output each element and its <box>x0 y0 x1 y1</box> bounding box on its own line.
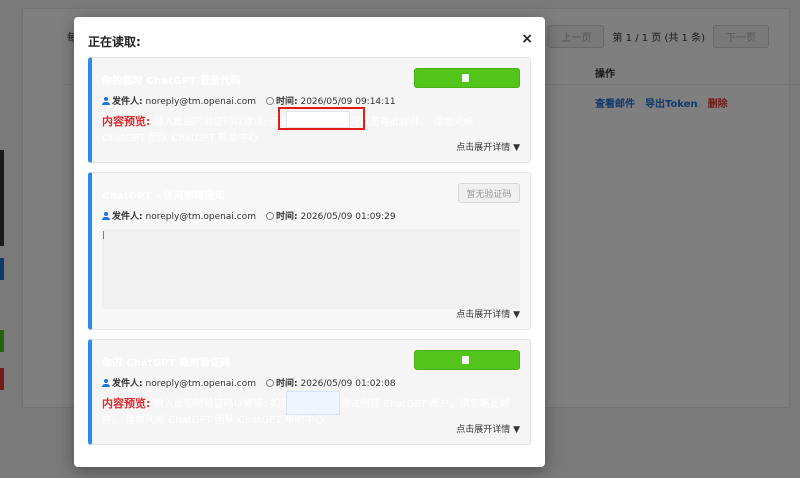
modal-title: 正在读取: <box>88 35 141 49</box>
preview-label: 内容预览: <box>102 397 151 410</box>
mail-subject: ChatGPT - 访问邮箱通知 <box>102 191 225 202</box>
text-caret <box>103 231 104 239</box>
time-label: 时间: <box>276 212 298 222</box>
reading-modal: 正在读取: × 你的临时 ChatGPT 登录代码 发件人: noreply@t… <box>74 17 545 467</box>
sender-label: 发件人: <box>112 379 143 389</box>
user-icon <box>102 379 110 387</box>
mail-meta: 发件人: noreply@tm.openai.com 时间: 2026/05/0… <box>102 376 396 389</box>
expand-details-link[interactable]: 点击展开详情 ▼ <box>456 140 520 153</box>
time-value: 2026/05/09 01:02:08 <box>300 379 396 389</box>
mail-card[interactable]: ChatGPT - 访问邮箱通知 暂无验证码 发件人: noreply@tm.o… <box>88 172 531 330</box>
clock-icon <box>266 379 274 387</box>
mail-meta: 发件人: noreply@tm.openai.com 时间: 2026/05/0… <box>102 94 396 107</box>
sender-label: 发件人: <box>112 212 143 222</box>
copy-icon <box>461 356 469 364</box>
close-icon[interactable]: × <box>521 31 533 47</box>
user-icon <box>102 212 110 220</box>
mail-subject: 你的 ChatGPT 临时验证码 <box>102 358 231 369</box>
mail-meta: 发件人: noreply@tm.openai.com 时间: 2026/05/0… <box>102 209 396 222</box>
preview-label: 内容预览: <box>102 115 151 128</box>
copy-code-button[interactable] <box>414 68 520 88</box>
expand-details-link[interactable]: 点击展开详情 ▼ <box>456 307 520 320</box>
sender-value: noreply@tm.openai.com <box>145 212 256 222</box>
time-value: 2026/05/09 01:09:29 <box>300 212 396 222</box>
clock-icon <box>266 97 274 105</box>
code-highlight-box <box>278 107 365 130</box>
no-code-button[interactable]: 暂无验证码 <box>458 183 520 203</box>
clock-icon <box>266 212 274 220</box>
verification-code-box[interactable] <box>286 391 340 415</box>
mail-body-area <box>102 229 520 309</box>
sender-value: noreply@tm.openai.com <box>145 379 256 389</box>
sender-label: 发件人: <box>112 97 143 107</box>
mail-card[interactable]: 你的 ChatGPT 临时验证码 发件人: noreply@tm.openai.… <box>88 339 531 445</box>
user-icon <box>102 97 110 105</box>
sender-value: noreply@tm.openai.com <box>145 97 256 107</box>
copy-icon <box>461 74 469 82</box>
time-value: 2026/05/09 09:14:11 <box>300 97 396 107</box>
copy-code-button[interactable] <box>414 350 520 370</box>
mail-subject: 你的临时 ChatGPT 登录代码 <box>102 76 241 87</box>
expand-details-link[interactable]: 点击展开详情 ▼ <box>456 422 520 435</box>
time-label: 时间: <box>276 379 298 389</box>
time-label: 时间: <box>276 97 298 107</box>
mail-card[interactable]: 你的临时 ChatGPT 登录代码 发件人: noreply@tm.openai… <box>88 57 531 163</box>
